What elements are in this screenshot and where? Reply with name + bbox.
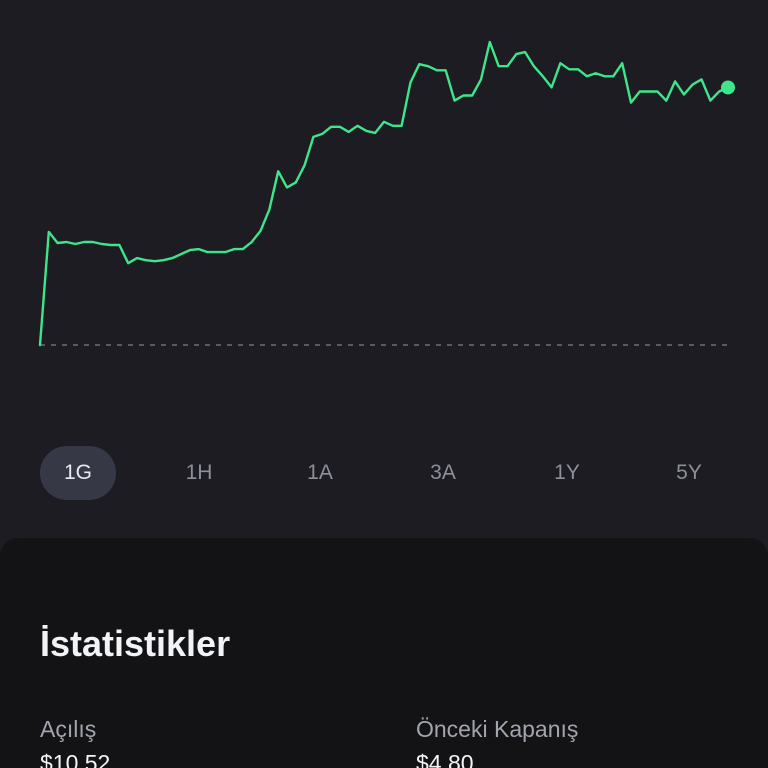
stat-value-open: $10.52 — [40, 750, 111, 768]
stat-label-open: Açılış — [40, 716, 97, 742]
price-chart-svg — [38, 40, 735, 347]
price-chart[interactable] — [0, 0, 768, 420]
range-tab-1g[interactable]: 1G — [40, 446, 116, 500]
stat-value-previous-close: $4.80 — [416, 750, 474, 768]
current-price-dot — [721, 80, 735, 95]
range-tab-1y[interactable]: 1Y — [529, 446, 605, 500]
range-tab-1a[interactable]: 1A — [282, 446, 358, 500]
time-range-tabs: 1G 1H 1A 3A 1Y 5Y — [0, 446, 768, 500]
range-tab-5y[interactable]: 5Y — [651, 446, 727, 500]
stat-label-previous-close: Önceki Kapanış — [416, 716, 579, 742]
statistics-title: İstatistikler — [40, 623, 231, 664]
range-tab-1h[interactable]: 1H — [161, 446, 237, 500]
range-tab-3a[interactable]: 3A — [405, 446, 481, 500]
stock-detail-screen: 1G 1H 1A 3A 1Y 5Y İstatistikler Açılış $… — [0, 0, 768, 768]
price-series-line — [38, 40, 730, 347]
